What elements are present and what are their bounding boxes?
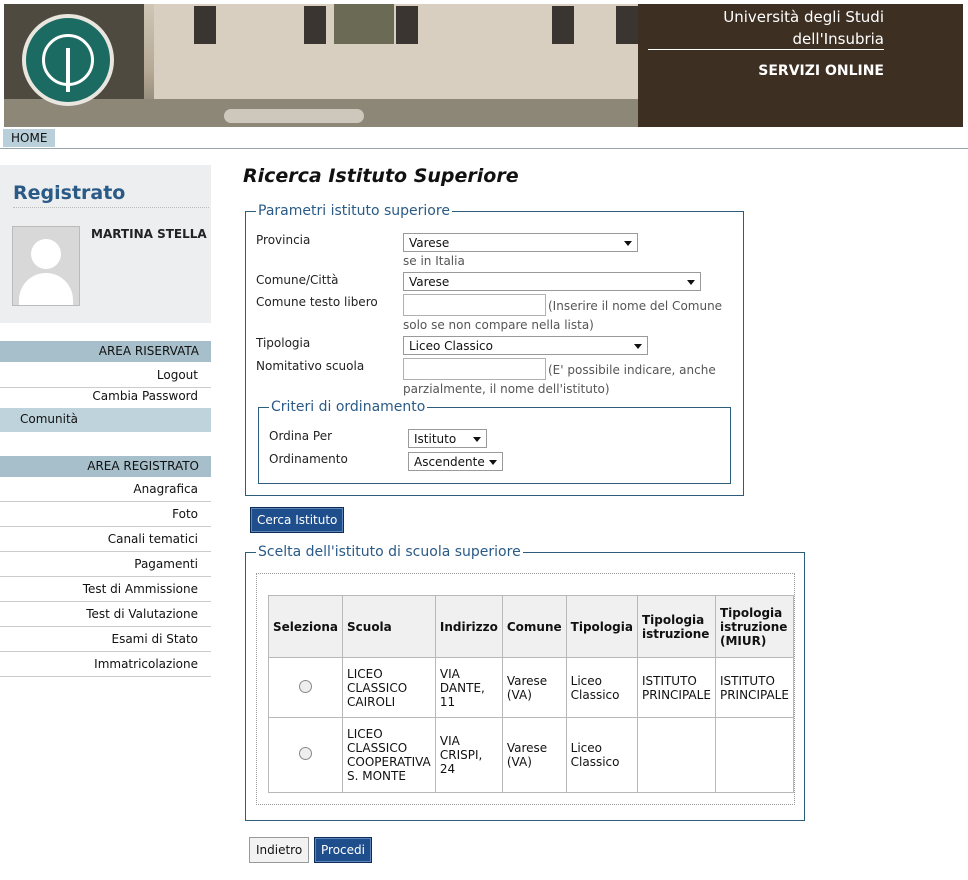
cell-comune: Varese (VA) xyxy=(501,657,567,718)
criteri-legend: Criteri di ordinamento xyxy=(271,399,426,415)
table-row: LICEO CLASSICO CAIROLI VIA DANTE, 11 Var… xyxy=(267,657,795,718)
chevron-down-icon xyxy=(489,460,497,465)
provincia-select[interactable]: Varese xyxy=(403,233,638,252)
school-radio-2[interactable] xyxy=(299,747,312,760)
top-nav: HOME xyxy=(0,129,968,149)
cell-tipologia: Liceo Classico xyxy=(565,717,638,793)
col-indirizzo: Indirizzo xyxy=(434,595,503,658)
services-label: SERVIZI ONLINE xyxy=(758,63,884,79)
provincia-label: Provincia xyxy=(256,233,311,247)
sidebar-item-canali-tematici[interactable]: Canali tematici xyxy=(0,528,211,552)
university-name-line2: dell'Insubria xyxy=(792,30,884,48)
col-scuola: Scuola xyxy=(342,595,436,658)
cell-scuola: LICEO CLASSICO COOPERATIVA S. MONTE xyxy=(342,717,436,793)
ordina-label: Ordina Per xyxy=(269,429,333,443)
nominativo-input[interactable] xyxy=(403,358,546,380)
cell-tipologia-miur xyxy=(714,717,795,793)
comune-libero-input[interactable] xyxy=(403,294,546,316)
avatar xyxy=(12,226,80,306)
select-cell xyxy=(267,657,344,718)
select-cell xyxy=(267,717,344,793)
sidebar-title-divider xyxy=(13,207,209,208)
title-divider xyxy=(648,49,884,50)
cell-comune: Varese (VA) xyxy=(501,717,567,793)
sidebar-item-test-ammissione[interactable]: Test di Ammissione xyxy=(0,578,211,602)
university-name-line1: Università degli Studi xyxy=(723,8,884,26)
sidebar-item-anagrafica[interactable]: Anagrafica xyxy=(0,478,211,502)
comune-select[interactable]: Varese xyxy=(403,272,701,291)
nominativo-note: (E' possibile indicare, anche xyxy=(548,363,716,377)
sidebar-item-esami-stato[interactable]: Esami di Stato xyxy=(0,628,211,652)
user-name: MARTINA STELLA xyxy=(91,227,207,241)
sidebar-item-cambia-password[interactable]: Cambia Password xyxy=(0,385,211,409)
sidebar-item-foto[interactable]: Foto xyxy=(0,503,211,527)
indietro-button[interactable]: Indietro xyxy=(249,837,310,863)
section-area-registrato: AREA REGISTRATO xyxy=(0,456,211,477)
cell-tipologia-istruzione xyxy=(636,717,716,793)
chevron-down-icon xyxy=(473,437,481,442)
cell-indirizzo: VIA DANTE, 11 xyxy=(434,657,503,718)
cell-tipologia-istruzione: ISTITUTO PRINCIPALE xyxy=(636,657,716,718)
chevron-down-icon xyxy=(634,344,642,349)
sidebar-item-pagamenti[interactable]: Pagamenti xyxy=(0,553,211,577)
comune-libero-note2: solo se non compare nella lista) xyxy=(403,318,594,332)
results-container: Seleziona Scuola Indirizzo Comune Tipolo… xyxy=(256,573,795,805)
sidebar-item-immatricolazione[interactable]: Immatricolazione xyxy=(0,653,211,677)
cell-tipologia-miur: ISTITUTO PRINCIPALE xyxy=(714,657,795,718)
procedi-button[interactable]: Procedi xyxy=(314,837,372,863)
comune-label: Comune/Città xyxy=(256,273,339,287)
cell-indirizzo: VIA CRISPI, 24 xyxy=(434,717,503,793)
sidebar-title: Registrato xyxy=(13,182,126,204)
provincia-note: se in Italia xyxy=(403,254,465,268)
col-tipologia: Tipologia xyxy=(565,595,638,658)
col-tipologia-miur: Tipologia istruzione (MIUR) xyxy=(714,595,795,658)
comune-libero-label: Comune testo libero xyxy=(256,295,378,309)
results-table: Seleziona Scuola Indirizzo Comune Tipolo… xyxy=(267,595,795,793)
cell-scuola: LICEO CLASSICO CAIROLI xyxy=(342,657,436,718)
section-area-riservata: AREA RISERVATA xyxy=(0,341,211,362)
sidebar-item-comunita[interactable]: Comunità xyxy=(0,408,211,432)
chevron-down-icon xyxy=(687,280,695,285)
header-banner: Università degli Studi dell'Insubria SER… xyxy=(0,0,968,129)
nominativo-note2: parzialmente, il nome dell'istituto) xyxy=(403,382,610,396)
tipologia-label: Tipologia xyxy=(256,336,311,350)
col-seleziona: Seleziona xyxy=(267,595,344,658)
chevron-down-icon xyxy=(624,241,632,246)
home-link[interactable]: HOME xyxy=(3,129,56,147)
university-seal-logo xyxy=(22,14,114,106)
sidebar-item-test-valutazione[interactable]: Test di Valutazione xyxy=(0,603,211,627)
ordinamento-label: Ordinamento xyxy=(269,452,348,466)
page-title: Ricerca Istituto Superiore xyxy=(243,165,519,187)
school-radio-1[interactable] xyxy=(299,679,312,693)
user-panel: Registrato MARTINA STELLA xyxy=(0,165,211,323)
table-row: LICEO CLASSICO COOPERATIVA S. MONTE VIA … xyxy=(267,717,795,793)
ordina-select[interactable]: Istituto xyxy=(408,429,487,448)
nominativo-label: Nomitativo scuola xyxy=(256,359,365,373)
tipologia-select[interactable]: Liceo Classico xyxy=(403,336,648,355)
comune-libero-note: (Inserire il nome del Comune xyxy=(548,299,723,313)
col-tipologia-istruzione: Tipologia istruzione xyxy=(636,595,716,658)
choice-legend: Scelta dell'istituto di scuola superiore xyxy=(258,544,521,560)
ordinamento-select[interactable]: Ascendente xyxy=(408,452,503,471)
cerca-istituto-button[interactable]: Cerca Istituto xyxy=(250,507,345,533)
params-legend: Parametri istituto superiore xyxy=(258,203,450,219)
cell-tipologia: Liceo Classico xyxy=(565,657,638,718)
col-comune: Comune xyxy=(501,595,567,658)
